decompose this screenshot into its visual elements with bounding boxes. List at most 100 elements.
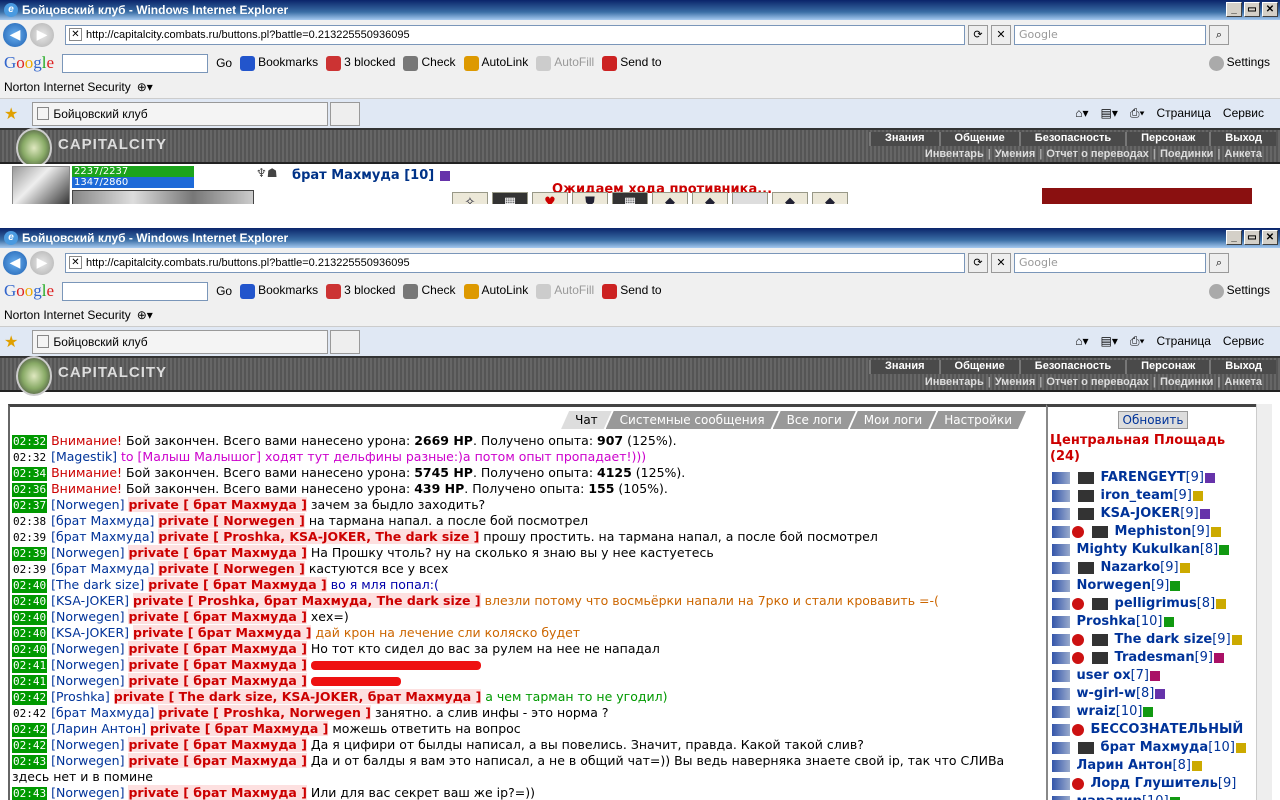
go-button[interactable]: Go — [216, 284, 232, 298]
message-time[interactable]: 02:43 — [12, 787, 48, 800]
spell-card[interactable] — [732, 192, 768, 204]
minimize-button[interactable]: _ — [1226, 2, 1242, 17]
menu-profile[interactable]: Анкета — [1220, 148, 1266, 160]
user-list-item[interactable]: Proshka[10] — [1052, 613, 1257, 631]
message-sender[interactable]: [брат Махмуда] — [51, 529, 154, 544]
spell-card[interactable]: ◆ — [652, 192, 688, 204]
message-sender[interactable]: [Ларин Антон] — [51, 721, 146, 736]
favorites-star-icon[interactable]: ★ — [4, 104, 18, 123]
menu-skills[interactable]: Умения — [991, 148, 1039, 160]
new-tab-button[interactable] — [330, 329, 361, 354]
private-message-icon[interactable] — [1052, 525, 1070, 538]
private-message-icon[interactable] — [1052, 561, 1070, 574]
info-icon[interactable] — [1192, 490, 1203, 501]
message-time[interactable]: 02:39 — [12, 563, 47, 577]
user-name[interactable]: Proshka — [1072, 614, 1136, 629]
message-time[interactable]: 02:40 — [12, 579, 48, 593]
private-recipients[interactable]: private [ брат Махмуда ] — [128, 673, 307, 688]
stop-icon[interactable]: ✕ — [991, 25, 1011, 45]
search-input[interactable]: Google — [1014, 25, 1206, 45]
message-time[interactable]: 02:39 — [12, 531, 47, 545]
norton-globe-icon[interactable]: ⊕▾ — [137, 80, 153, 94]
menu-character[interactable]: Персонаж — [1125, 360, 1209, 374]
info-icon[interactable] — [1163, 616, 1174, 627]
user-list-item[interactable]: w-girl-w[8] — [1052, 685, 1257, 703]
user-list-item[interactable]: Norwegen[9] — [1052, 577, 1257, 595]
user-name[interactable]: FARENGEYT — [1096, 470, 1186, 485]
autolink-button[interactable]: AutoLink — [463, 55, 528, 71]
user-name[interactable]: w-girl-w — [1072, 686, 1136, 701]
info-icon[interactable] — [1210, 526, 1221, 537]
message-sender[interactable]: [Norwegen] — [51, 737, 124, 752]
autofill-button[interactable]: AutoFill — [536, 283, 594, 299]
menu-fights[interactable]: Поединки — [1156, 148, 1217, 160]
tab-active[interactable]: Бойцовский клуб — [32, 329, 329, 354]
message-time[interactable]: 02:37 — [12, 499, 48, 513]
message-time[interactable]: 02:40 — [12, 611, 48, 625]
search-icon[interactable]: ⌕ — [1209, 25, 1229, 45]
clan-icon[interactable] — [1078, 471, 1094, 484]
spell-card[interactable]: ✧ — [452, 192, 488, 204]
private-recipients[interactable]: private [ The dark size, KSA-JOKER, брат… — [113, 689, 482, 704]
user-name[interactable]: iron_team — [1096, 488, 1174, 503]
private-message-icon[interactable] — [1052, 615, 1070, 628]
info-icon[interactable] — [1150, 670, 1161, 681]
private-message-icon[interactable] — [1052, 669, 1070, 682]
private-recipients[interactable]: private [ брат Махмуда ] — [149, 721, 329, 736]
close-button[interactable]: ✕ — [1262, 230, 1278, 245]
user-name[interactable]: Mephiston — [1110, 524, 1192, 539]
private-message-icon[interactable] — [1052, 687, 1070, 700]
clan-icon[interactable] — [1078, 561, 1094, 574]
user-list-item[interactable]: KSA-JOKER[9] — [1052, 505, 1257, 523]
message-sender[interactable]: [Norwegen] — [51, 497, 124, 512]
message-sender[interactable]: [Norwegen] — [51, 545, 124, 560]
message-sender[interactable]: [Norwegen] — [51, 657, 124, 672]
menu-security[interactable]: Безопасность — [1018, 132, 1125, 146]
info-icon[interactable] — [1205, 472, 1215, 483]
user-name[interactable]: user ox — [1072, 668, 1131, 683]
message-sender[interactable]: [KSA-JOKER] — [51, 593, 129, 608]
private-recipients[interactable]: private [ Proshka, брат Махмуда, The dar… — [133, 593, 481, 608]
tab-settings[interactable]: Настройки — [930, 411, 1026, 429]
clan-icon[interactable] — [1078, 741, 1094, 754]
popup-blocked-button[interactable]: 3 blocked — [326, 283, 395, 299]
message-time[interactable]: 02:41 — [12, 675, 48, 689]
clan-icon[interactable] — [1078, 489, 1094, 502]
menu-character[interactable]: Персонаж — [1125, 132, 1209, 146]
tab-all-logs[interactable]: Все логи — [773, 411, 856, 429]
info-icon[interactable] — [1216, 598, 1227, 609]
check-button[interactable]: Check — [403, 283, 456, 299]
page-menu[interactable]: Страница — [1157, 106, 1211, 121]
new-tab-button[interactable] — [330, 101, 361, 126]
close-button[interactable]: ✕ — [1262, 2, 1278, 17]
back-icon[interactable]: ◀ — [3, 251, 27, 275]
go-button[interactable]: Go — [216, 56, 232, 70]
message-time[interactable]: 02:40 — [12, 627, 48, 641]
private-recipients[interactable]: private [ брат Махмуда ] — [128, 609, 307, 624]
user-list-item[interactable]: Лорд Глушитель[9] — [1052, 775, 1257, 793]
menu-skills[interactable]: Умения — [991, 376, 1039, 388]
settings-button[interactable]: Settings — [1208, 283, 1270, 299]
user-name[interactable]: KSA-JOKER — [1096, 506, 1181, 521]
message-sender[interactable]: [Proshka] — [51, 689, 110, 704]
google-search-select[interactable] — [62, 53, 209, 73]
private-recipients[interactable]: private [ брат Махмуда ] — [128, 737, 307, 752]
settings-button[interactable]: Settings — [1208, 55, 1270, 71]
spell-card[interactable]: ◆ — [692, 192, 728, 204]
private-recipients[interactable]: private [ Proshka, Norwegen ] — [158, 705, 371, 720]
user-list-item[interactable]: The dark size[9] — [1052, 631, 1257, 649]
home-icon[interactable]: ⌂▾ — [1075, 334, 1088, 349]
user-name[interactable]: маралир — [1072, 794, 1142, 800]
info-icon[interactable] — [1235, 742, 1246, 753]
info-icon[interactable] — [1219, 544, 1230, 555]
message-sender[interactable]: [брат Махмуда] — [51, 513, 154, 528]
refresh-button[interactable]: Обновить — [1118, 411, 1188, 429]
user-list-item[interactable]: user ox[7] — [1052, 667, 1257, 685]
message-time[interactable]: 02:40 — [12, 643, 48, 657]
user-name[interactable]: pelligrimus — [1110, 596, 1197, 611]
user-list-item[interactable]: wraiz[10] — [1052, 703, 1257, 721]
clan-icon[interactable] — [1092, 597, 1108, 610]
message-sender[interactable]: [брат Махмуда] — [51, 705, 154, 720]
refresh-icon[interactable]: ⟳ — [968, 253, 988, 273]
message-sender[interactable]: [Norwegen] — [51, 641, 124, 656]
